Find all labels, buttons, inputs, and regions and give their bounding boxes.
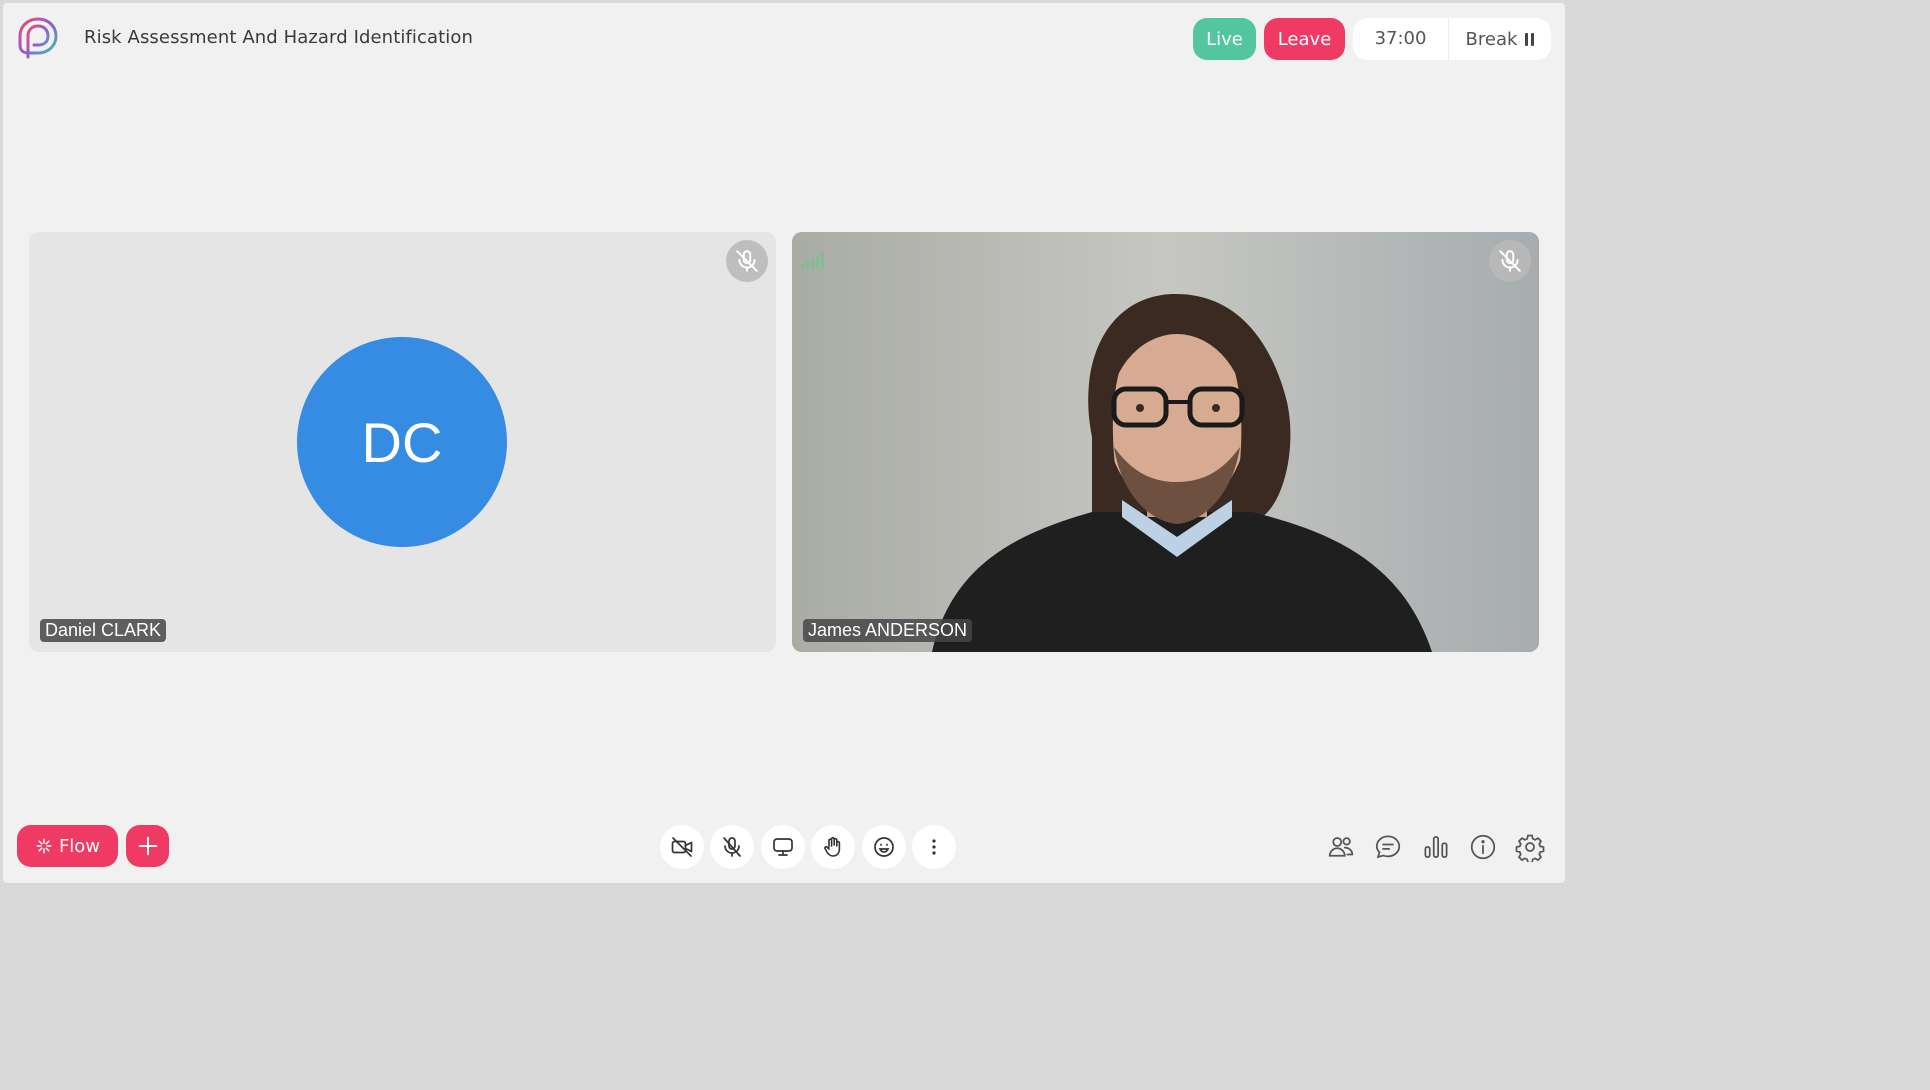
pause-icon	[1525, 32, 1535, 46]
gear-icon	[1515, 832, 1545, 862]
plus-icon	[137, 835, 159, 857]
participant-name: Daniel CLARK	[40, 619, 167, 642]
video-feed	[792, 232, 1539, 652]
leave-button[interactable]: Leave	[1264, 18, 1345, 60]
stats-icon	[1421, 832, 1451, 862]
raise-hand-icon	[821, 835, 845, 859]
stats-button[interactable]	[1421, 832, 1451, 862]
add-button[interactable]	[126, 825, 169, 867]
timer-display: 37:00	[1353, 18, 1449, 60]
meeting-title: Risk Assessment And Hazard Identificatio…	[84, 27, 473, 48]
participants-button[interactable]	[1326, 832, 1356, 862]
sparkle-icon	[35, 837, 53, 855]
participants-icon	[1326, 832, 1356, 862]
participant-name: James ANDERSON	[803, 619, 973, 642]
emoji-icon	[872, 835, 896, 859]
reactions-button[interactable]	[862, 825, 906, 869]
flow-label: Flow	[58, 835, 101, 857]
screen-share-button[interactable]	[761, 825, 805, 869]
app-logo-icon	[16, 16, 60, 60]
avatar: DC	[297, 337, 507, 547]
mic-toggle-button[interactable]	[710, 825, 754, 869]
signal-strength-icon	[801, 252, 824, 269]
camera-toggle-button[interactable]	[660, 825, 704, 869]
break-label: Break	[1465, 28, 1518, 50]
timer-break-group: 37:00 Break	[1353, 18, 1551, 60]
break-button[interactable]: Break	[1449, 29, 1551, 50]
screen-share-icon	[771, 835, 795, 859]
more-options-button[interactable]	[912, 825, 956, 869]
info-icon	[1468, 832, 1498, 862]
participant-tile-daniel[interactable]: DC Daniel CLARK	[29, 232, 776, 652]
chat-button[interactable]	[1373, 832, 1403, 862]
mic-off-icon	[720, 835, 744, 859]
more-icon	[922, 835, 946, 859]
live-button[interactable]: Live	[1193, 18, 1256, 60]
mic-muted-icon	[1489, 240, 1531, 282]
raise-hand-button[interactable]	[811, 825, 855, 869]
camera-off-icon	[670, 835, 694, 859]
chat-icon	[1373, 832, 1403, 862]
mic-muted-icon	[726, 240, 768, 282]
flow-button[interactable]: Flow	[17, 825, 118, 867]
settings-button[interactable]	[1515, 832, 1545, 862]
app-window: Risk Assessment And Hazard Identificatio…	[3, 3, 1565, 883]
participant-tile-james[interactable]: James ANDERSON	[792, 232, 1539, 652]
info-button[interactable]	[1468, 832, 1498, 862]
